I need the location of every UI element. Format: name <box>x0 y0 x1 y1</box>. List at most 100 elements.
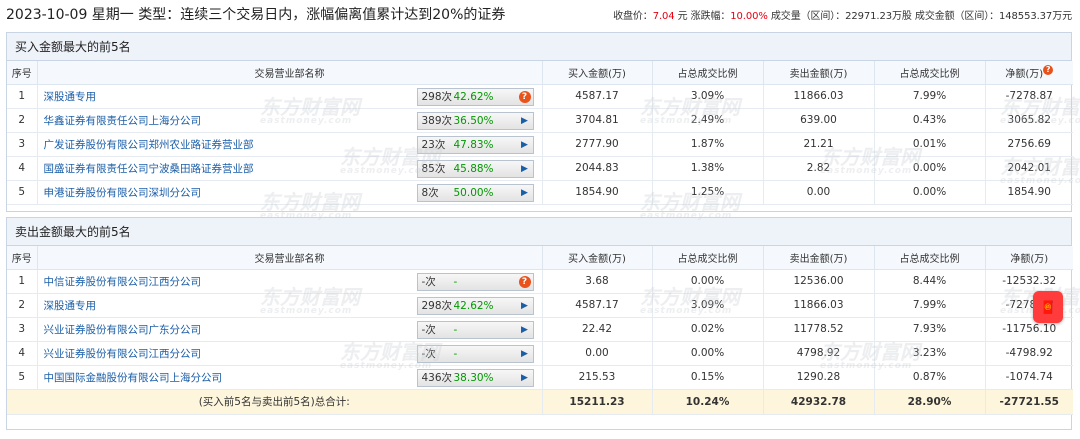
buy-ratio: 1.87% <box>652 132 764 157</box>
broker-name-link[interactable]: 深股通专用 <box>44 91 97 103</box>
win-rate: 36.50% <box>453 114 494 127</box>
sell-amount: 11778.52 <box>763 317 875 342</box>
expand-arrow-icon[interactable]: ▶ <box>517 140 533 150</box>
buy-ratio: 1.38% <box>652 156 764 181</box>
table-row: 3 广发证券股份有限公司郑州农业路证券营业部 23次 47.83% ▶ 2777.90 1.… <box>7 132 1073 157</box>
expand-arrow-icon[interactable]: ▶ <box>517 325 533 335</box>
buy-amount: 3.68 <box>542 269 653 294</box>
row-seq: 5 <box>7 365 38 390</box>
table-row: 3 兴业证券股份有限公司广东分公司 -次 - ▶ 22.42 0.02% 11778.52 7.… <box>7 317 1073 342</box>
table-row: 1 深股通专用 298次 42.62%? 4587.17 3.09% 11866.03 7.9… <box>7 84 1073 109</box>
table-row: 1 中信证券股份有限公司江西分公司 -次 -? 3.68 0.00% 12536.00 8.4… <box>7 269 1073 294</box>
buy-ratio: 2.49% <box>652 108 764 133</box>
broker-name-link[interactable]: 中信证券股份有限公司江西分公司 <box>44 276 202 288</box>
broker-name-link[interactable]: 兴业证券股份有限公司广东分公司 <box>44 324 202 336</box>
trade-count: -次 <box>421 324 436 336</box>
total-sell-ratio: 28.90% <box>874 389 986 415</box>
net-amount: 3065.82 <box>985 108 1073 133</box>
close-price-value: 7.04 <box>652 10 675 22</box>
expand-arrow-icon[interactable]: ▶ <box>517 373 533 383</box>
broker-name-link[interactable]: 申港证券股份有限公司深圳分公司 <box>44 187 202 199</box>
trade-count: 298次 <box>421 91 453 103</box>
buy-amount: 4587.17 <box>542 293 653 318</box>
buy-ratio: 0.00% <box>652 341 764 366</box>
trade-count: -次 <box>421 276 436 288</box>
buy-table-header: 序号 交易营业部名称 买入金额(万) 占总成交比例 卖出金额(万) 占总成交比例… <box>7 61 1073 85</box>
expand-arrow-icon[interactable]: ▶ <box>517 349 533 359</box>
broker-stats-box[interactable]: 85次 45.88% ▶ <box>416 159 534 178</box>
table-row: 4 兴业证券股份有限公司江西分公司 -次 - ▶ 0.00 0.00% 4798.92 3.23… <box>7 341 1073 366</box>
net-amount: -12532.32 <box>985 269 1073 294</box>
broker-stats-box[interactable]: 298次 42.62%? <box>416 87 534 106</box>
broker-name-link[interactable]: 深股通专用 <box>44 300 97 312</box>
row-seq: 4 <box>7 341 38 366</box>
row-seq: 3 <box>7 317 38 342</box>
help-icon[interactable]: ? <box>518 275 531 288</box>
red-packet-icon[interactable]: 🧧 <box>1033 291 1063 323</box>
sell-ratio: 7.99% <box>874 293 986 318</box>
broker-stats-box[interactable]: 23次 47.83% ▶ <box>416 135 534 154</box>
change-value: 10.00% <box>730 10 768 22</box>
broker-cell: 中国国际金融股份有限公司上海分公司 436次 38.30% ▶ <box>37 365 543 390</box>
volume-text: 成交量（区间）：22971.23万股 <box>770 10 912 22</box>
sell-amount: 11866.03 <box>763 84 875 109</box>
sell-ratio: 8.44% <box>874 269 986 294</box>
net-amount: -4798.92 <box>985 341 1073 366</box>
sell-amount: 0.00 <box>763 180 875 205</box>
broker-name-link[interactable]: 华鑫证券有限责任公司上海分公司 <box>44 115 202 127</box>
win-rate: - <box>453 275 458 288</box>
expand-arrow-icon[interactable]: ▶ <box>517 164 533 174</box>
net-amount: 2042.01 <box>985 156 1073 181</box>
sell-ratio: 0.87% <box>874 365 986 390</box>
table-row: 2 华鑫证券有限责任公司上海分公司 389次 36.50% ▶ 3704.81 2.49% 6… <box>7 108 1073 133</box>
broker-stats-box[interactable]: -次 - ▶ <box>416 320 534 339</box>
col-net: 净额(万)? <box>985 61 1073 85</box>
broker-stats-box[interactable]: 389次 36.50% ▶ <box>416 111 534 130</box>
row-seq: 4 <box>7 156 38 181</box>
sell-amount: 1290.28 <box>763 365 875 390</box>
total-label: (买入前5名与卖出前5名)总合计: <box>7 389 543 415</box>
broker-name-link[interactable]: 国盛证券有限责任公司宁波桑田路证券营业部 <box>44 163 254 175</box>
sell-amount: 12536.00 <box>763 269 875 294</box>
buy-section-title-text: 买入金额最大的前5名 <box>15 40 131 54</box>
help-icon[interactable]: ? <box>1043 64 1054 75</box>
row-seq: 1 <box>7 269 38 294</box>
broker-cell: 广发证券股份有限公司郑州农业路证券营业部 23次 47.83% ▶ <box>37 132 543 157</box>
trade-count: 8次 <box>421 187 439 199</box>
trade-count: 389次 <box>421 115 453 127</box>
broker-name-link[interactable]: 兴业证券股份有限公司江西分公司 <box>44 348 202 360</box>
buy-ratio: 0.00% <box>652 269 764 294</box>
buy-section-title: 买入金额最大的前5名 <box>7 33 1071 61</box>
sell-ratio: 0.00% <box>874 156 986 181</box>
page-title: 2023-10-09 星期一 类型：连续三个交易日内，涨幅偏离值累计达到20%的… <box>6 7 506 23</box>
net-amount: -1074.74 <box>985 365 1073 390</box>
trade-count: -次 <box>421 348 436 360</box>
expand-arrow-icon[interactable]: ▶ <box>517 301 533 311</box>
buy-ratio: 0.15% <box>652 365 764 390</box>
sell-table-header: 序号 交易营业部名称 买入金额(万) 占总成交比例 卖出金额(万) 占总成交比例… <box>7 246 1073 270</box>
col-sell: 卖出金额(万) <box>763 246 875 270</box>
buy-amount: 1854.90 <box>542 180 653 205</box>
expand-arrow-icon[interactable]: ▶ <box>517 116 533 126</box>
broker-stats-box[interactable]: 8次 50.00% ▶ <box>416 183 534 202</box>
col-seq: 序号 <box>7 61 38 85</box>
buy-amount: 3704.81 <box>542 108 653 133</box>
broker-stats-box[interactable]: -次 -? <box>416 272 534 291</box>
broker-cell: 兴业证券股份有限公司广东分公司 -次 - ▶ <box>37 317 543 342</box>
col-net-label: 净额(万) <box>1005 68 1044 80</box>
broker-name-link[interactable]: 广发证券股份有限公司郑州农业路证券营业部 <box>44 139 254 151</box>
broker-cell: 华鑫证券有限责任公司上海分公司 389次 36.50% ▶ <box>37 108 543 133</box>
sell-amount: 4798.92 <box>763 341 875 366</box>
broker-stats-box[interactable]: -次 - ▶ <box>416 344 534 363</box>
broker-name-link[interactable]: 中国国际金融股份有限公司上海分公司 <box>44 372 223 384</box>
col-buy: 买入金额(万) <box>542 61 653 85</box>
win-rate: 42.62% <box>453 299 494 312</box>
broker-stats-box[interactable]: 298次 42.62% ▶ <box>416 296 534 315</box>
help-icon[interactable]: ? <box>518 90 531 103</box>
expand-arrow-icon[interactable]: ▶ <box>517 188 533 198</box>
net-amount: 2756.69 <box>985 132 1073 157</box>
broker-stats-box[interactable]: 436次 38.30% ▶ <box>416 368 534 387</box>
trade-count: 85次 <box>421 163 446 175</box>
col-sell-ratio: 占总成交比例 <box>874 61 986 85</box>
trade-count: 23次 <box>421 139 446 151</box>
